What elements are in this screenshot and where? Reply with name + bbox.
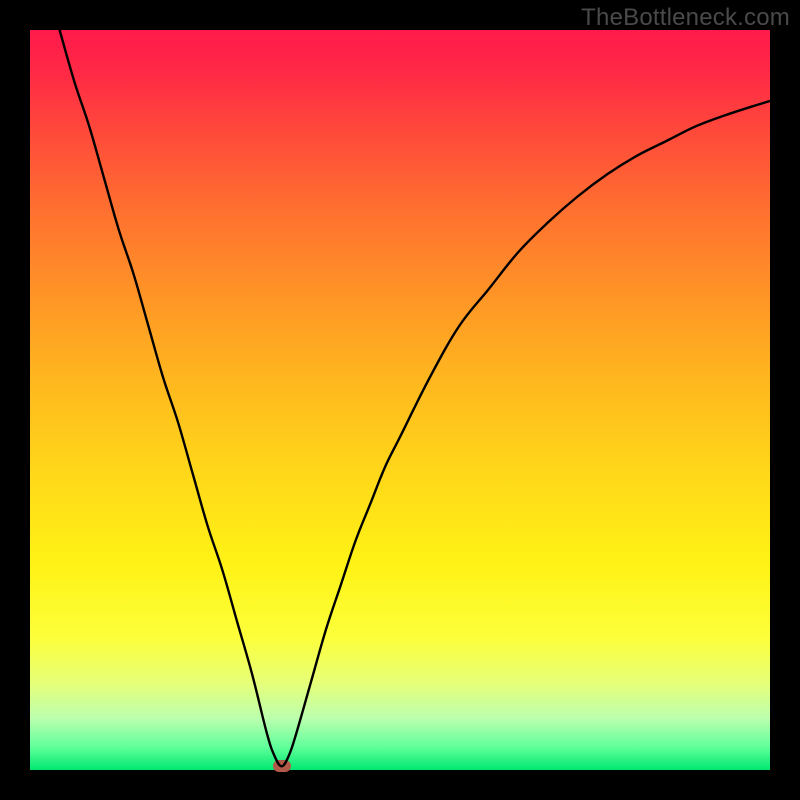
bottleneck-curve	[30, 30, 770, 770]
watermark-text: TheBottleneck.com	[581, 4, 790, 32]
chart-frame: TheBottleneck.com	[0, 0, 800, 800]
plot-area	[30, 30, 770, 770]
